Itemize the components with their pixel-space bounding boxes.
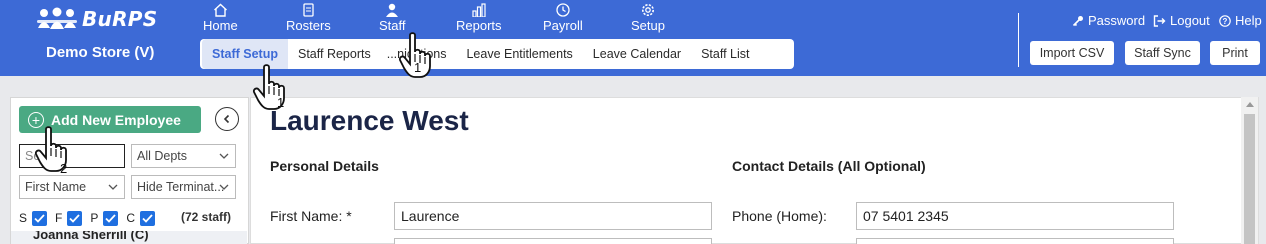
employee-name-title: Laurence West (270, 105, 469, 136)
checkmark-icon (103, 210, 119, 226)
terminated-filter-value: Hide Terminat... (137, 180, 225, 194)
header-divider (1018, 13, 1019, 67)
checkmark-icon (140, 210, 156, 226)
cursor-step-number: 1 (414, 60, 422, 75)
filter-f-label: F (55, 211, 63, 225)
nav-payroll[interactable]: Payroll (543, 3, 583, 35)
next-contact-field-partial[interactable] (856, 238, 1174, 244)
department-select-value: All Depts (137, 149, 188, 163)
vertical-scrollbar[interactable] (1241, 97, 1258, 244)
scroll-up-arrow-icon[interactable] (1246, 102, 1254, 107)
sort-select[interactable]: First Name (19, 175, 125, 199)
cursor-step-number: 1 (277, 95, 285, 110)
scrollbar-thumb[interactable] (1244, 114, 1255, 244)
print-button[interactable]: Print (1210, 41, 1260, 65)
chevron-down-icon (219, 184, 229, 190)
filter-c-label: C (126, 211, 136, 225)
nav-setup[interactable]: Setup (631, 3, 665, 35)
collapse-sidebar-button[interactable] (215, 107, 239, 131)
personal-details-heading: Personal Details (270, 158, 379, 174)
staff-count: (72 staff) (181, 210, 232, 224)
clock-icon (556, 3, 570, 17)
nav-reports-label: Reports (456, 18, 502, 33)
nav-staff[interactable]: Staff (379, 3, 406, 35)
tab-leave-entitlements[interactable]: Leave Entitlements (456, 39, 582, 69)
department-select[interactable]: All Depts (131, 144, 236, 168)
nav-reports[interactable]: Reports (456, 3, 502, 35)
logout-icon (1153, 14, 1166, 27)
nav-staff-label: Staff (379, 18, 406, 33)
filter-f-checkbox[interactable]: F (55, 210, 83, 226)
nav-home[interactable]: Home (203, 3, 238, 35)
checkmark-icon (67, 210, 83, 226)
nav-rosters-label: Rosters (286, 18, 331, 33)
help-icon: ? (1219, 14, 1231, 27)
brand-name: BuRPS (82, 7, 158, 31)
nav-setup-label: Setup (631, 18, 665, 33)
chevron-left-icon (223, 114, 230, 124)
checkmark-icon (32, 210, 48, 226)
next-field-partial[interactable] (394, 238, 712, 244)
help-label: Help (1235, 13, 1262, 28)
nav-home-label: Home (203, 18, 238, 33)
brand-logo[interactable]: BuRPS (36, 6, 157, 32)
tab-leave-calendar[interactable]: Leave Calendar (583, 39, 691, 69)
logout-link[interactable]: Logout (1153, 13, 1210, 28)
password-label: Password (1088, 13, 1146, 28)
nav-payroll-label: Payroll (543, 18, 583, 33)
bar-chart-icon (472, 3, 486, 17)
help-link[interactable]: ? Help (1219, 13, 1262, 28)
import-csv-button[interactable]: Import CSV (1030, 41, 1114, 65)
first-name-field[interactable]: Laurence (394, 202, 712, 230)
tab-staff-reports[interactable]: Staff Reports (288, 39, 381, 69)
phone-home-label: Phone (Home): (732, 208, 827, 224)
staff-type-filters: S F P C (19, 209, 163, 227)
logout-label: Logout (1170, 13, 1210, 28)
people-logo-icon (37, 7, 77, 29)
hand-pointer-icon (34, 126, 67, 172)
phone-home-field[interactable]: 07 5401 2345 (856, 202, 1174, 230)
nav-rosters[interactable]: Rosters (286, 3, 331, 35)
svg-text:?: ? (1223, 17, 1228, 26)
filter-s-label: S (19, 211, 28, 225)
first-name-label: First Name: * (270, 208, 352, 224)
contact-details-heading: Contact Details (All Optional) (732, 158, 926, 174)
store-name[interactable]: Demo Store (V) (46, 44, 154, 61)
key-icon (1072, 15, 1083, 26)
user-icon (386, 3, 399, 17)
hand-pointer-icon (252, 64, 285, 110)
document-icon (303, 3, 314, 17)
filter-c-checkbox[interactable]: C (126, 210, 156, 226)
chevron-down-icon (219, 153, 229, 159)
gear-icon (641, 4, 654, 16)
cursor-step-number: 2 (60, 161, 68, 176)
chevron-down-icon (108, 184, 118, 190)
home-icon (213, 3, 227, 17)
sort-select-value: First Name (25, 180, 87, 194)
employee-list-item-name: Joanna Sherrill (C) (33, 231, 149, 242)
tab-staff-list[interactable]: Staff List (691, 39, 759, 69)
password-link[interactable]: Password (1072, 13, 1145, 28)
filter-s-checkbox[interactable]: S (19, 210, 48, 226)
employee-list-item[interactable]: Joanna Sherrill (C) (11, 231, 247, 244)
filter-p-label: P (90, 211, 99, 225)
filter-p-checkbox[interactable]: P (90, 210, 119, 226)
staff-sync-button[interactable]: Staff Sync (1125, 41, 1200, 65)
terminated-filter-select[interactable]: Hide Terminat... (131, 175, 236, 199)
